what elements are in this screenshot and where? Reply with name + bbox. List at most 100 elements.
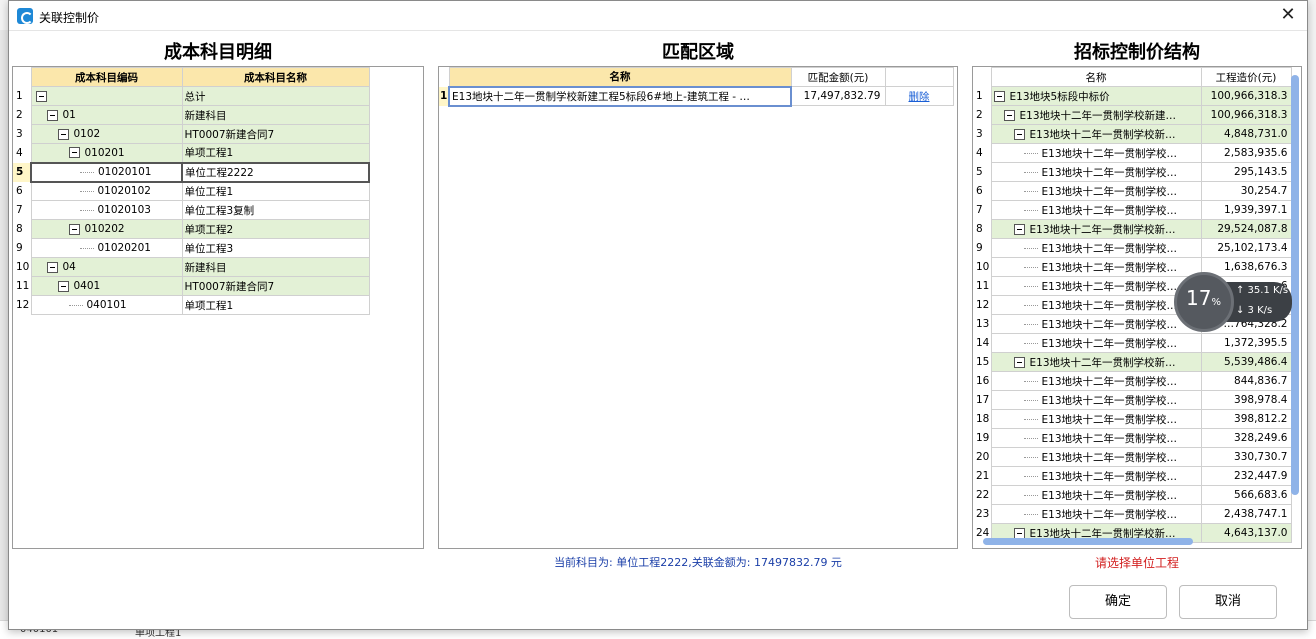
bid-structure-row[interactable]: 15 E13地块十二年一贯制学校新… 5,539,486.4 xyxy=(973,352,1292,372)
subject-name-cell[interactable]: 单位工程3 xyxy=(181,238,370,258)
column-header-name[interactable]: 成本科目名称 xyxy=(181,67,370,87)
bid-structure-row[interactable]: 8 E13地块十二年一贯制学校新… 29,524,087.8 xyxy=(973,219,1292,239)
cost-subject-row[interactable]: 5 01020101 单位工程2222 xyxy=(13,161,370,183)
item-name-cell[interactable]: E13地块十二年一贯制学校… xyxy=(990,238,1202,258)
item-name-cell[interactable]: E13地块十二年一贯制学校… xyxy=(990,390,1202,410)
item-name-cell[interactable]: E13地块十二年一贯制学校新… xyxy=(990,352,1202,372)
subject-name-cell[interactable]: 新建科目 xyxy=(181,105,370,125)
bid-structure-row[interactable]: 7 E13地块十二年一贯制学校… 1,939,397.1 xyxy=(973,200,1292,220)
bid-structure-row[interactable]: 2 E13地块十二年一贯制学校新建… 100,966,318.3 xyxy=(973,105,1292,125)
subject-code-cell[interactable]: 01020102 xyxy=(30,181,183,201)
bid-structure-row[interactable]: 9 E13地块十二年一贯制学校… 25,102,173.4 xyxy=(973,238,1292,258)
column-header-code[interactable]: 成本科目编码 xyxy=(30,67,183,87)
item-name-cell[interactable]: E13地块十二年一贯制学校… xyxy=(990,257,1202,277)
cost-subject-row[interactable]: 1 总计 xyxy=(13,86,370,106)
bid-structure-row[interactable]: 6 E13地块十二年一贯制学校… 30,254.7 xyxy=(973,181,1292,201)
subject-code-cell[interactable]: 04 xyxy=(30,257,183,277)
item-name-cell[interactable]: E13地块十二年一贯制学校… xyxy=(990,409,1202,429)
item-name-cell[interactable]: E13地块5标段中标价 xyxy=(990,86,1202,106)
subject-name-cell[interactable]: 单项工程1 xyxy=(181,143,370,163)
cost-cell[interactable]: 29,524,087.8 xyxy=(1200,219,1292,239)
match-row[interactable]: 1 E13地块十二年一贯制学校新建工程5标段6#地上-建筑工程 - … 17,4… xyxy=(439,85,954,107)
collapse-toggle-icon[interactable] xyxy=(57,128,69,140)
item-name-cell[interactable]: E13地块十二年一贯制学校… xyxy=(990,143,1202,163)
collapse-toggle-icon[interactable] xyxy=(68,147,80,159)
cost-cell[interactable]: 398,812.2 xyxy=(1200,409,1292,429)
subject-name-cell[interactable]: 单位工程2222 xyxy=(181,161,370,183)
collapse-toggle-icon[interactable] xyxy=(1013,129,1025,140)
bid-structure-row[interactable]: 14 E13地块十二年一贯制学校… 1,372,395.5 xyxy=(973,333,1292,353)
subject-code-cell[interactable]: 010201 xyxy=(30,143,183,163)
column-header-match-name[interactable]: 名称 xyxy=(448,67,792,87)
collapse-toggle-icon[interactable] xyxy=(57,280,69,292)
item-name-cell[interactable]: E13地块十二年一贯制学校… xyxy=(990,181,1202,201)
subject-code-cell[interactable]: 0102 xyxy=(30,124,183,144)
cost-cell[interactable]: 1,372,395.5 xyxy=(1200,333,1292,353)
cost-cell[interactable]: 566,683.6 xyxy=(1200,485,1292,505)
bid-structure-row[interactable]: 3 E13地块十二年一贯制学校新… 4,848,731.0 xyxy=(973,124,1292,144)
cost-cell[interactable]: 5,539,486.4 xyxy=(1200,352,1292,372)
delete-link[interactable]: 删除 xyxy=(909,91,930,103)
subject-name-cell[interactable]: 单位工程1 xyxy=(181,181,370,201)
cost-subject-row[interactable]: 9 01020201 单位工程3 xyxy=(13,238,370,258)
collapse-toggle-icon[interactable] xyxy=(35,90,47,102)
cost-subject-row[interactable]: 6 01020102 单位工程1 xyxy=(13,181,370,201)
cost-subject-row[interactable]: 2 01 新建科目 xyxy=(13,105,370,125)
bid-structure-row[interactable]: 17 E13地块十二年一贯制学校… 398,978.4 xyxy=(973,390,1292,410)
cost-cell[interactable]: 330,730.7 xyxy=(1200,447,1292,467)
cost-cell[interactable]: 232,447.9 xyxy=(1200,466,1292,486)
cost-subject-row[interactable]: 11 0401 HT0007新建合同7 xyxy=(13,276,370,296)
subject-name-cell[interactable]: 单位工程3复制 xyxy=(181,200,370,220)
cost-cell[interactable]: 30,254.7 xyxy=(1200,181,1292,201)
cost-subject-row[interactable]: 4 010201 单项工程1 xyxy=(13,143,370,163)
cost-cell[interactable]: 398,978.4 xyxy=(1200,390,1292,410)
cost-cell[interactable]: 328,249.6 xyxy=(1200,428,1292,448)
close-button[interactable]: ✕ xyxy=(1275,4,1301,28)
collapse-toggle-icon[interactable] xyxy=(46,261,58,273)
item-name-cell[interactable]: E13地块十二年一贯制学校新建… xyxy=(990,105,1202,125)
item-name-cell[interactable]: E13地块十二年一贯制学校… xyxy=(990,162,1202,182)
item-name-cell[interactable]: E13地块十二年一贯制学校新… xyxy=(990,219,1202,239)
item-name-cell[interactable]: E13地块十二年一贯制学校新… xyxy=(990,124,1202,144)
subject-code-cell[interactable]: 01 xyxy=(30,105,183,125)
cost-cell[interactable]: 100,966,318.3 xyxy=(1200,86,1292,106)
subject-code-cell[interactable]: 01020101 xyxy=(30,161,183,183)
item-name-cell[interactable]: E13地块十二年一贯制学校… xyxy=(990,276,1202,296)
collapse-toggle-icon[interactable] xyxy=(1013,224,1025,235)
cost-subject-row[interactable]: 7 01020103 单位工程3复制 xyxy=(13,200,370,220)
cost-cell[interactable]: 295,143.5 xyxy=(1200,162,1292,182)
bid-structure-row[interactable]: 19 E13地块十二年一贯制学校… 328,249.6 xyxy=(973,428,1292,448)
bid-structure-row[interactable]: 18 E13地块十二年一贯制学校… 398,812.2 xyxy=(973,409,1292,429)
subject-code-cell[interactable]: 0401 xyxy=(30,276,183,296)
bid-structure-row[interactable]: 16 E13地块十二年一贯制学校… 844,836.7 xyxy=(973,371,1292,391)
collapse-toggle-icon[interactable] xyxy=(46,109,58,121)
cost-cell[interactable]: 100,966,318.3 xyxy=(1200,105,1292,125)
cost-cell[interactable]: 844,836.7 xyxy=(1200,371,1292,391)
collapse-toggle-icon[interactable] xyxy=(993,91,1005,102)
cost-cell[interactable]: 25,102,173.4 xyxy=(1200,238,1292,258)
item-name-cell[interactable]: E13地块十二年一贯制学校… xyxy=(990,314,1202,334)
item-name-cell[interactable]: E13地块十二年一贯制学校… xyxy=(990,295,1202,315)
subject-name-cell[interactable]: HT0007新建合同7 xyxy=(181,276,370,296)
cost-cell[interactable]: 2,583,935.6 xyxy=(1200,143,1292,163)
item-name-cell[interactable]: E13地块十二年一贯制学校… xyxy=(990,466,1202,486)
cost-subject-row[interactable]: 10 04 新建科目 xyxy=(13,257,370,277)
cost-subject-row[interactable]: 3 0102 HT0007新建合同7 xyxy=(13,124,370,144)
item-name-cell[interactable]: E13地块十二年一贯制学校… xyxy=(990,504,1202,524)
column-header-item-name[interactable]: 名称 xyxy=(990,67,1202,87)
bid-structure-row[interactable]: 21 E13地块十二年一贯制学校… 232,447.9 xyxy=(973,466,1292,486)
item-name-cell[interactable]: E13地块十二年一贯制学校… xyxy=(990,333,1202,353)
bid-structure-row[interactable]: 4 E13地块十二年一贯制学校… 2,583,935.6 xyxy=(973,143,1292,163)
column-header-cost[interactable]: 工程造价(元) xyxy=(1200,67,1292,87)
subject-code-cell[interactable] xyxy=(30,86,183,106)
cost-cell[interactable]: 4,848,731.0 xyxy=(1200,124,1292,144)
subject-name-cell[interactable]: 总计 xyxy=(181,86,370,106)
cost-cell[interactable]: 1,939,397.1 xyxy=(1200,200,1292,220)
subject-name-cell[interactable]: 单项工程2 xyxy=(181,219,370,239)
bid-structure-row[interactable]: 1 E13地块5标段中标价 100,966,318.3 xyxy=(973,86,1292,106)
item-name-cell[interactable]: E13地块十二年一贯制学校… xyxy=(990,428,1202,448)
cost-subject-row[interactable]: 8 010202 单项工程2 xyxy=(13,219,370,239)
subject-name-cell[interactable]: 新建科目 xyxy=(181,257,370,277)
cost-cell[interactable]: 4,643,137.0 xyxy=(1200,523,1292,543)
bid-structure-row[interactable]: 5 E13地块十二年一贯制学校… 295,143.5 xyxy=(973,162,1292,182)
